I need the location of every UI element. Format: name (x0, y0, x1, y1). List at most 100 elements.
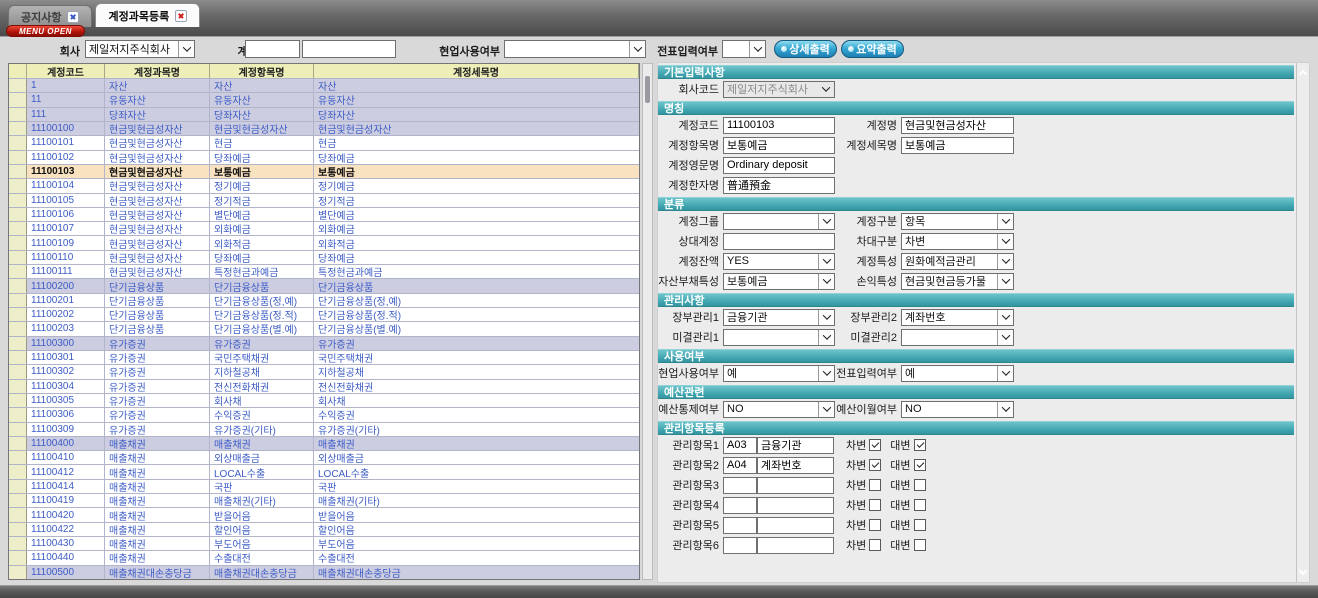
field-mgmt-item-6-code-input[interactable] (723, 537, 757, 554)
field-budget-carryover-yn-select[interactable]: NO (901, 401, 1014, 418)
row-selector-cell[interactable] (9, 151, 27, 164)
grid-row[interactable]: 11100105현금및현금성자산정기적금정기적금 (9, 194, 639, 208)
grid-row[interactable]: 11100109현금및현금성자산외화적금외화적금 (9, 236, 639, 250)
grid-row[interactable]: 11100422매출채권할인어음할인어음 (9, 523, 639, 537)
grid-row[interactable]: 11100430매출채권부도어음부도어음 (9, 537, 639, 551)
grid-row[interactable]: 11100300유가증권유가증권유가증권 (9, 337, 639, 351)
row-selector-cell[interactable] (9, 380, 27, 393)
grid-row[interactable]: 11100106현금및현금성자산별단예금별단예금 (9, 208, 639, 222)
detail-print-button[interactable]: 상세출력 (774, 40, 837, 58)
field-account-name-input[interactable] (901, 117, 1014, 134)
close-icon[interactable] (175, 10, 187, 22)
grid-row[interactable]: 11100302유가증권지하철공채지하철공채 (9, 365, 639, 379)
field-pending-mgmt-1-select[interactable] (723, 329, 835, 346)
row-selector-cell[interactable] (9, 265, 27, 278)
field-profit-loss-trait-select[interactable]: 현금및현금등가물 (901, 273, 1014, 290)
grid-row[interactable]: 11100419매출채권매출채권(기타)매출채권(기타) (9, 494, 639, 508)
grid-header-2[interactable]: 계정항목명 (210, 64, 314, 78)
grid-row[interactable]: 11100202단기금융상품단기금융상품(정.적)단기금융상품(정.적) (9, 308, 639, 322)
grid-row[interactable]: 11100305유가증권회사채회사채 (9, 394, 639, 408)
summary-print-button[interactable]: 요약출력 (841, 40, 904, 58)
field-account-balance-select[interactable]: YES (723, 253, 835, 270)
grid-scrollbar[interactable] (642, 63, 653, 580)
row-selector-cell[interactable] (9, 451, 27, 464)
field-mgmt-item-4-name-input[interactable] (757, 497, 834, 514)
field-mgmt-item-6-name-input[interactable] (757, 537, 834, 554)
field-mgmt-item-1-debit-checkbox[interactable] (869, 439, 881, 451)
grid-header-1[interactable]: 계정과목명 (105, 64, 210, 78)
row-selector-cell[interactable] (9, 423, 27, 436)
row-selector-cell[interactable] (9, 365, 27, 378)
tab-account-registration[interactable]: 계정과목등록 (95, 3, 200, 27)
field-mgmt-item-1-code-input[interactable] (723, 437, 757, 454)
row-selector-cell[interactable] (9, 508, 27, 521)
field-mgmt-item-3-debit-checkbox[interactable] (869, 479, 881, 491)
row-selector-cell[interactable] (9, 179, 27, 192)
row-selector-cell[interactable] (9, 337, 27, 350)
grid-row[interactable]: 1자산자산자산 (9, 79, 639, 93)
grid-row[interactable]: 11100500매출채권대손충당금매출채권대손충당금매출채권대손충당금 (9, 566, 639, 579)
row-selector-cell[interactable] (9, 222, 27, 235)
field-account-hanja-name-input[interactable] (723, 177, 835, 194)
grid-row[interactable]: 11100309유가증권유가증권(기타)유가증권(기타) (9, 423, 639, 437)
field-mgmt-item-6-credit-checkbox[interactable] (914, 539, 926, 551)
grid-row[interactable]: 11100101현금및현금성자산현금현금 (9, 136, 639, 150)
field-account-english-name-input[interactable] (723, 157, 835, 174)
row-selector-cell[interactable] (9, 79, 27, 92)
row-selector-cell[interactable] (9, 566, 27, 579)
field-mgmt-item-1-credit-checkbox[interactable] (914, 439, 926, 451)
field-mgmt-item-3-code-input[interactable] (723, 477, 757, 494)
grid-row[interactable]: 11100306유가증권수익증권수익증권 (9, 408, 639, 422)
field-mgmt-item-5-debit-checkbox[interactable] (869, 519, 881, 531)
field-mgmt-item-2-debit-checkbox[interactable] (869, 459, 881, 471)
grid-row[interactable]: 11100304유가증권전신전화채권전신전화채권 (9, 380, 639, 394)
grid-row[interactable]: 11100104현금및현금성자산정기예금정기예금 (9, 179, 639, 193)
row-selector-cell[interactable] (9, 208, 27, 221)
row-selector-cell[interactable] (9, 165, 27, 178)
row-selector-cell[interactable] (9, 251, 27, 264)
field-mgmt-item-3-name-input[interactable] (757, 477, 834, 494)
row-selector-cell[interactable] (9, 494, 27, 507)
field-mgmt-item-3-credit-checkbox[interactable] (914, 479, 926, 491)
field-mgmt-item-1-name-input[interactable] (757, 437, 834, 454)
field-book-mgmt-1-select[interactable]: 금융기관 (723, 309, 835, 326)
field-account-trait-select[interactable]: 원화예적금관리 (901, 253, 1014, 270)
grid-row[interactable]: 11유동자산유동자산유동자산 (9, 93, 639, 107)
field-field-use-yn-select[interactable]: 예 (723, 365, 835, 382)
grid-header-0[interactable]: 계정코드 (27, 64, 105, 78)
slip-entry-select[interactable] (722, 40, 766, 58)
row-selector-cell[interactable] (9, 236, 27, 249)
grid-scrollbar-thumb[interactable] (645, 76, 650, 103)
account-name-input[interactable] (302, 40, 396, 58)
row-selector-cell[interactable] (9, 537, 27, 550)
grid-row[interactable]: 11100412매출채권LOCAL수출LOCAL수출 (9, 465, 639, 479)
grid-row[interactable]: 11100111현금및현금성자산특정현금과예금특정현금과예금 (9, 265, 639, 279)
row-selector-cell[interactable] (9, 294, 27, 307)
field-mgmt-item-4-credit-checkbox[interactable] (914, 499, 926, 511)
row-selector-cell[interactable] (9, 194, 27, 207)
grid-row[interactable]: 11100107현금및현금성자산외화예금외화예금 (9, 222, 639, 236)
grid-row[interactable]: 11100410매출채권외상매출금외상매출금 (9, 451, 639, 465)
field-mgmt-item-2-code-input[interactable] (723, 457, 757, 474)
grid-row[interactable]: 11100201단기금융상품단기금융상품(정,예)단기금융상품(정,예) (9, 294, 639, 308)
tab-notice[interactable]: 공지사항 (8, 5, 92, 27)
row-selector-cell[interactable] (9, 122, 27, 135)
grid-row[interactable]: 11100301유가증권국민주택채권국민주택채권 (9, 351, 639, 365)
field-account-class-select[interactable]: 항목 (901, 213, 1014, 230)
company-select[interactable]: 제일저지주식회사 (85, 40, 195, 58)
field-mgmt-item-4-debit-checkbox[interactable] (869, 499, 881, 511)
field-account-item-name-input[interactable] (723, 137, 835, 154)
field-mgmt-item-5-name-input[interactable] (757, 517, 834, 534)
grid-row[interactable]: 111당좌자산당좌자산당좌자산 (9, 108, 639, 122)
grid-row[interactable]: 11100440매출채권수출대전수출대전 (9, 551, 639, 565)
account-code-input[interactable] (245, 40, 300, 58)
grid-row[interactable]: 11100110현금및현금성자산당좌예금당좌예금 (9, 251, 639, 265)
field-use-select[interactable] (504, 40, 646, 58)
field-mgmt-item-5-credit-checkbox[interactable] (914, 519, 926, 531)
row-selector-cell[interactable] (9, 437, 27, 450)
row-selector-cell[interactable] (9, 279, 27, 292)
field-pending-mgmt-2-select[interactable] (901, 329, 1014, 346)
scroll-down-icon[interactable] (1299, 567, 1307, 575)
row-selector-cell[interactable] (9, 394, 27, 407)
field-book-mgmt-2-select[interactable]: 계좌번호 (901, 309, 1014, 326)
